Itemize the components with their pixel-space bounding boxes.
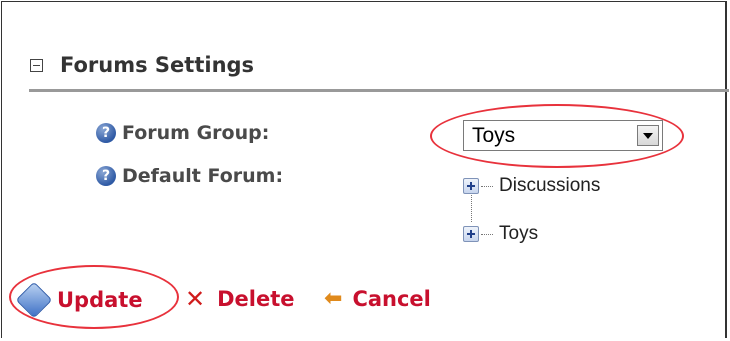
update-label: Update (57, 288, 143, 312)
tree-connector (481, 185, 493, 187)
chevron-down-icon[interactable] (637, 125, 659, 146)
help-icon[interactable]: ? (96, 123, 116, 143)
forum-group-select[interactable]: Toys (463, 120, 663, 151)
delete-label: Delete (217, 287, 295, 311)
x-icon: ✕ (185, 285, 206, 313)
section-divider (29, 89, 729, 92)
section-title: Forums Settings (60, 53, 255, 77)
default-forum-label: ? Default Forum: (96, 165, 283, 187)
tree-item-toys[interactable]: Toys (463, 223, 538, 245)
tree-connector (481, 233, 493, 235)
forum-group-label-text: Forum Group: (122, 122, 270, 144)
help-icon[interactable]: ? (96, 166, 116, 186)
update-icon (15, 281, 53, 319)
cancel-label: Cancel (352, 287, 431, 311)
section-header: Forums Settings (30, 49, 254, 81)
collapse-icon[interactable] (30, 58, 43, 72)
forum-group-label: ? Forum Group: (96, 122, 269, 144)
delete-button[interactable]: ✕ Delete (185, 287, 295, 311)
expand-icon[interactable] (463, 178, 479, 194)
tree-item-label[interactable]: Discussions (499, 175, 600, 197)
cancel-button[interactable]: ⬅ Cancel (324, 287, 431, 311)
forum-group-select-value: Toys (472, 123, 516, 147)
update-button[interactable]: Update (15, 281, 143, 319)
back-arrow-icon: ⬅ (324, 286, 343, 311)
tree-item-label[interactable]: Toys (499, 223, 538, 245)
default-forum-label-text: Default Forum: (122, 165, 284, 187)
expand-icon[interactable] (463, 226, 479, 242)
tree-connector (471, 195, 472, 222)
tree-item-discussions[interactable]: Discussions (463, 175, 600, 197)
